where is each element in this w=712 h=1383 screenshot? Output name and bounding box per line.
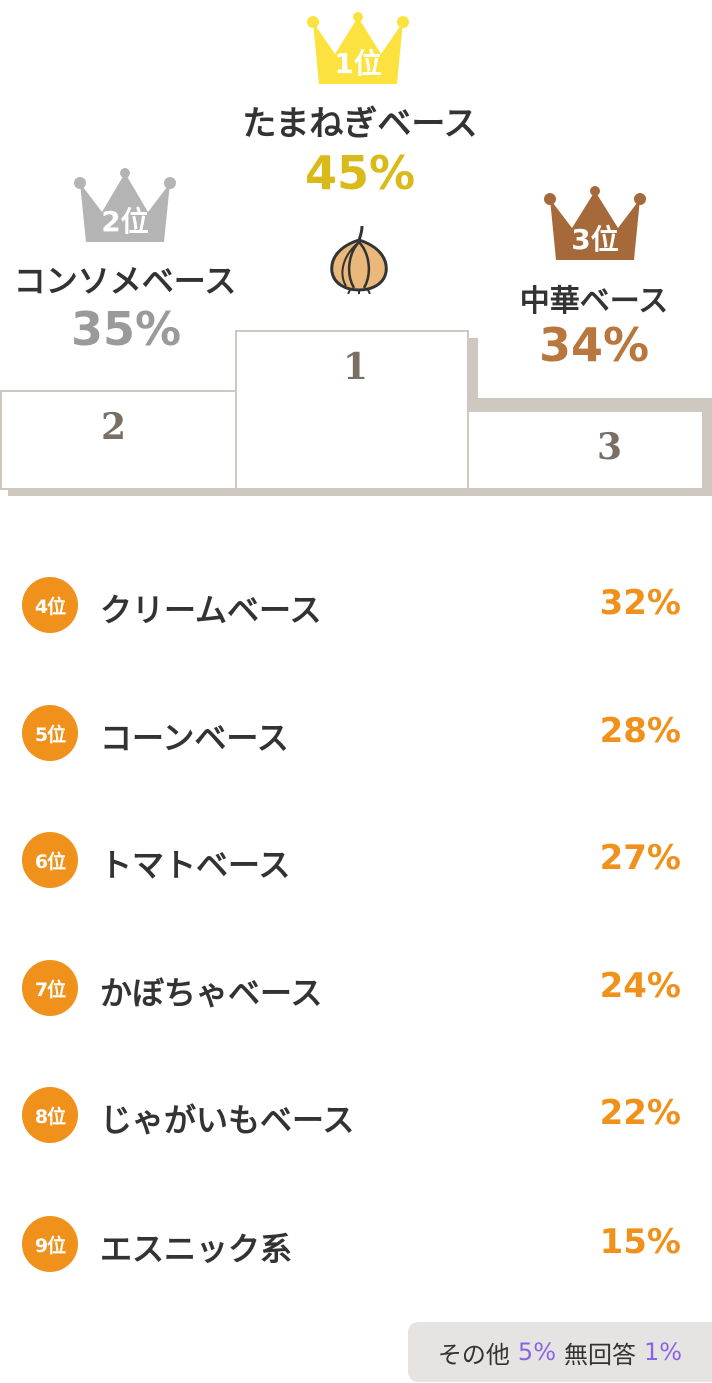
item-percent: 15% <box>599 1222 681 1262</box>
item-percent: 28% <box>599 711 681 751</box>
item-percent: 27% <box>599 838 681 878</box>
rank-1-percent: 45% <box>304 146 416 200</box>
rank-3-percent: 34% <box>538 318 650 372</box>
item-name: コーンベース <box>100 719 289 757</box>
onion-icon <box>326 224 392 295</box>
rank-badge: 8位 <box>22 1087 78 1143</box>
podium-base-line <box>0 488 704 490</box>
list-item: 6位 トマトベース 27% <box>0 830 712 890</box>
item-name: トマトベース <box>100 846 291 884</box>
other-label: その他 <box>437 1340 510 1369</box>
rank-3-label: 3位 <box>571 223 619 256</box>
rank-badge: 6位 <box>22 832 78 888</box>
rank-badge: 4位 <box>22 577 78 633</box>
item-name: じゃがいもベース <box>100 1101 355 1139</box>
podium-number-3: 3 <box>597 426 623 468</box>
item-percent: 22% <box>599 1093 681 1133</box>
gold-crown-icon: 1位 <box>305 12 411 86</box>
silver-crown-icon: 2位 <box>72 168 178 244</box>
rank-1-label: 1位 <box>334 47 382 80</box>
rank-3-name: 中華ベース <box>519 284 669 319</box>
no-answer-label: 無回答 <box>564 1340 636 1369</box>
list-item: 5位 コーンベース 28% <box>0 703 712 763</box>
list-item: 7位 かぼちゃベース 24% <box>0 958 712 1018</box>
rank-2-percent: 35% <box>70 302 182 356</box>
item-name: クリームベース <box>100 591 322 629</box>
item-name: かぼちゃベース <box>100 974 323 1012</box>
no-answer-value: 1% <box>644 1338 683 1366</box>
rank-1-name: たまねぎベース <box>242 104 478 144</box>
item-percent: 24% <box>599 966 681 1006</box>
others-summary: その他 5% 無回答 1% <box>408 1322 712 1382</box>
item-name: エスニック系 <box>100 1230 293 1268</box>
rank-2-name: コンソメベース <box>13 262 237 300</box>
item-percent: 32% <box>599 583 681 623</box>
podium-step-3 <box>466 410 704 490</box>
bronze-crown-icon: 3位 <box>542 186 648 262</box>
rank-badge: 5位 <box>22 705 78 761</box>
rank-2-label: 2位 <box>101 205 149 238</box>
rank-badge: 7位 <box>22 960 78 1016</box>
podium-number-1: 1 <box>343 346 369 388</box>
other-value: 5% <box>517 1338 556 1366</box>
list-item: 4位 クリームベース 32% <box>0 575 712 635</box>
podium-number-2: 2 <box>101 406 127 448</box>
list-item: 9位 エスニック系 15% <box>0 1214 712 1274</box>
list-item: 8位 じゃがいもベース 22% <box>0 1085 712 1145</box>
rank-badge: 9位 <box>22 1216 78 1272</box>
